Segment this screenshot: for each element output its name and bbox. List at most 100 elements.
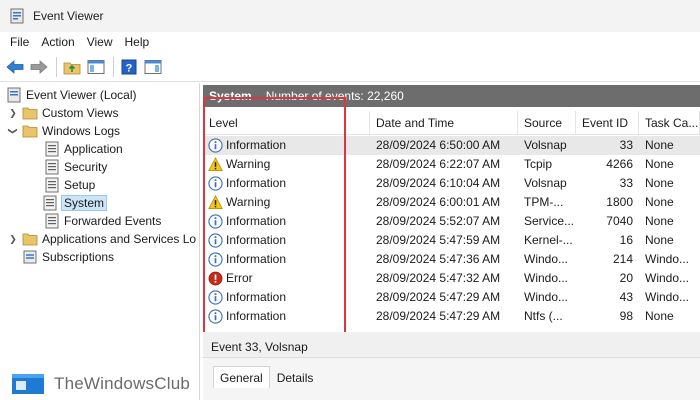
cell-source: Windo...	[524, 252, 569, 266]
cell-date: 28/09/2024 5:47:29 AM	[376, 290, 501, 304]
help-icon[interactable]: ?	[118, 56, 140, 78]
cell-level: Warning	[203, 193, 370, 212]
tab-general[interactable]: General	[213, 366, 270, 388]
tree-item-subscriptions[interactable]: Subscriptions	[22, 248, 114, 266]
table-row[interactable]: Warning 28/09/2024 6:00:01 AM TPM-... 1800 N…	[203, 193, 700, 212]
event-viewer-icon	[7, 87, 21, 103]
menu-help[interactable]: Help	[119, 35, 156, 49]
column-header-date[interactable]: Date and Time	[370, 111, 518, 135]
tree-item-system[interactable]: System	[42, 194, 108, 212]
tree-item-applications-and-services[interactable]: ❯ Applications and Services Lo	[8, 230, 196, 248]
details-tabs: General Details	[213, 366, 320, 388]
log-icon	[43, 195, 57, 211]
event-details-pane: Event 33, Volsnap General Details	[203, 336, 700, 400]
information-icon	[208, 138, 223, 153]
level-text: Information	[226, 290, 287, 304]
event-count: Number of events: 22,260	[265, 89, 404, 103]
warning-icon	[208, 157, 223, 172]
cell-date: 28/09/2024 6:10:04 AM	[376, 176, 501, 190]
event-viewer-icon	[10, 8, 24, 24]
cell-event-id: 1800	[606, 195, 633, 209]
cell-source: Windo...	[524, 271, 569, 285]
show-hide-tree-icon[interactable]	[85, 56, 107, 78]
tree-label: Application	[64, 142, 123, 156]
level-text: Information	[226, 214, 287, 228]
tree-item-windows-logs[interactable]: ❯ Windows Logs	[8, 122, 121, 140]
cell-date: 28/09/2024 6:22:07 AM	[376, 157, 501, 171]
column-header-task-category[interactable]: Task Ca...	[639, 111, 700, 135]
toolbar: ?	[0, 52, 700, 82]
menu-file[interactable]: File	[4, 35, 35, 49]
pane-header: System Number of events: 22,260	[203, 85, 700, 107]
menu-view[interactable]: View	[81, 35, 119, 49]
toolbar-separator	[113, 56, 114, 77]
show-hide-action-pane-icon[interactable]	[142, 56, 164, 78]
table-row[interactable]: Information 28/09/2024 5:47:29 AM Windo...…	[203, 288, 700, 307]
table-row[interactable]: Error 28/09/2024 5:47:32 AM Windo... 20 Wind…	[203, 269, 700, 288]
navigation-tree: Event Viewer (Local) ❯ Custom Views ❯ Wi…	[0, 83, 200, 400]
column-header-event-id[interactable]: Event ID	[576, 111, 639, 135]
cell-level: Error	[203, 269, 370, 288]
column-header-level[interactable]: Level	[203, 111, 370, 135]
watermark: TheWindowsClub	[10, 372, 190, 396]
title-bar: Event Viewer	[0, 0, 700, 32]
subscriptions-icon	[23, 250, 37, 264]
tree-item-forwarded-events[interactable]: Forwarded Events	[44, 212, 161, 230]
cell-event-id: 20	[619, 271, 633, 285]
tree-label: Forwarded Events	[64, 214, 162, 228]
level-text: Information	[226, 176, 287, 190]
log-icon	[45, 159, 59, 175]
log-icon	[45, 141, 59, 157]
cell-level: Warning	[203, 155, 370, 174]
chevron-right-icon[interactable]: ❯	[8, 108, 18, 118]
cell-task-category: None	[645, 309, 674, 323]
error-icon	[208, 271, 223, 286]
log-icon	[45, 177, 59, 193]
level-text: Information	[226, 233, 287, 247]
column-header-source[interactable]: Source	[518, 111, 576, 135]
up-folder-icon[interactable]	[61, 56, 83, 78]
tree-item-event-viewer-local[interactable]: Event Viewer (Local)	[6, 86, 137, 104]
tree-label: Applications and Services Lo	[42, 232, 197, 246]
forward-icon[interactable]	[28, 56, 50, 78]
menu-action[interactable]: Action	[35, 35, 80, 49]
tree-item-application[interactable]: Application	[44, 140, 123, 158]
table-row[interactable]: Information 28/09/2024 6:50:00 AM Volsnap 3…	[203, 136, 700, 155]
cell-event-id: 98	[619, 309, 633, 323]
cell-event-id: 43	[619, 290, 633, 304]
tree-item-setup[interactable]: Setup	[44, 176, 95, 194]
cell-source: TPM-...	[524, 195, 564, 209]
table-row[interactable]: Information 28/09/2024 5:47:36 AM Windo...…	[203, 250, 700, 269]
cell-source: Tcpip	[524, 157, 553, 171]
cell-task-category: None	[645, 157, 674, 171]
pane-title: System	[209, 89, 252, 103]
level-text: Error	[226, 271, 253, 285]
table-row[interactable]: Information 28/09/2024 5:47:59 AM Kernel-.…	[203, 231, 700, 250]
information-icon	[208, 176, 223, 191]
cell-level: Information	[203, 250, 370, 269]
chevron-right-icon[interactable]: ❯	[8, 234, 18, 244]
toolbar-separator	[56, 56, 57, 77]
cell-task-category: None	[645, 233, 674, 247]
tree-item-custom-views[interactable]: ❯ Custom Views	[8, 104, 118, 122]
information-icon	[208, 290, 223, 305]
table-row[interactable]: Information 28/09/2024 6:10:04 AM Volsnap 3…	[203, 174, 700, 193]
log-icon	[45, 213, 59, 229]
tree-item-security[interactable]: Security	[44, 158, 107, 176]
information-icon	[208, 252, 223, 267]
information-icon	[208, 309, 223, 324]
chevron-down-icon[interactable]: ❯	[8, 126, 19, 136]
table-row[interactable]: Information 28/09/2024 5:47:29 AM Ntfs (..…	[203, 307, 700, 326]
tree-label: Event Viewer (Local)	[26, 88, 137, 102]
table-row[interactable]: Warning 28/09/2024 6:22:07 AM Tcpip 4266 Non…	[203, 155, 700, 174]
table-row[interactable]: Information 28/09/2024 5:52:07 AM Service.…	[203, 212, 700, 231]
back-icon[interactable]	[4, 56, 26, 78]
cell-event-id: 33	[619, 138, 633, 152]
cell-date: 28/09/2024 6:00:01 AM	[376, 195, 501, 209]
cell-date: 28/09/2024 5:47:59 AM	[376, 233, 501, 247]
watermark-logo-icon	[12, 374, 44, 394]
cell-event-id: 214	[612, 252, 633, 266]
tab-details[interactable]: Details	[270, 366, 321, 388]
warning-icon	[208, 195, 223, 210]
table-header: Level Date and Time Source Event ID Task…	[203, 111, 700, 135]
